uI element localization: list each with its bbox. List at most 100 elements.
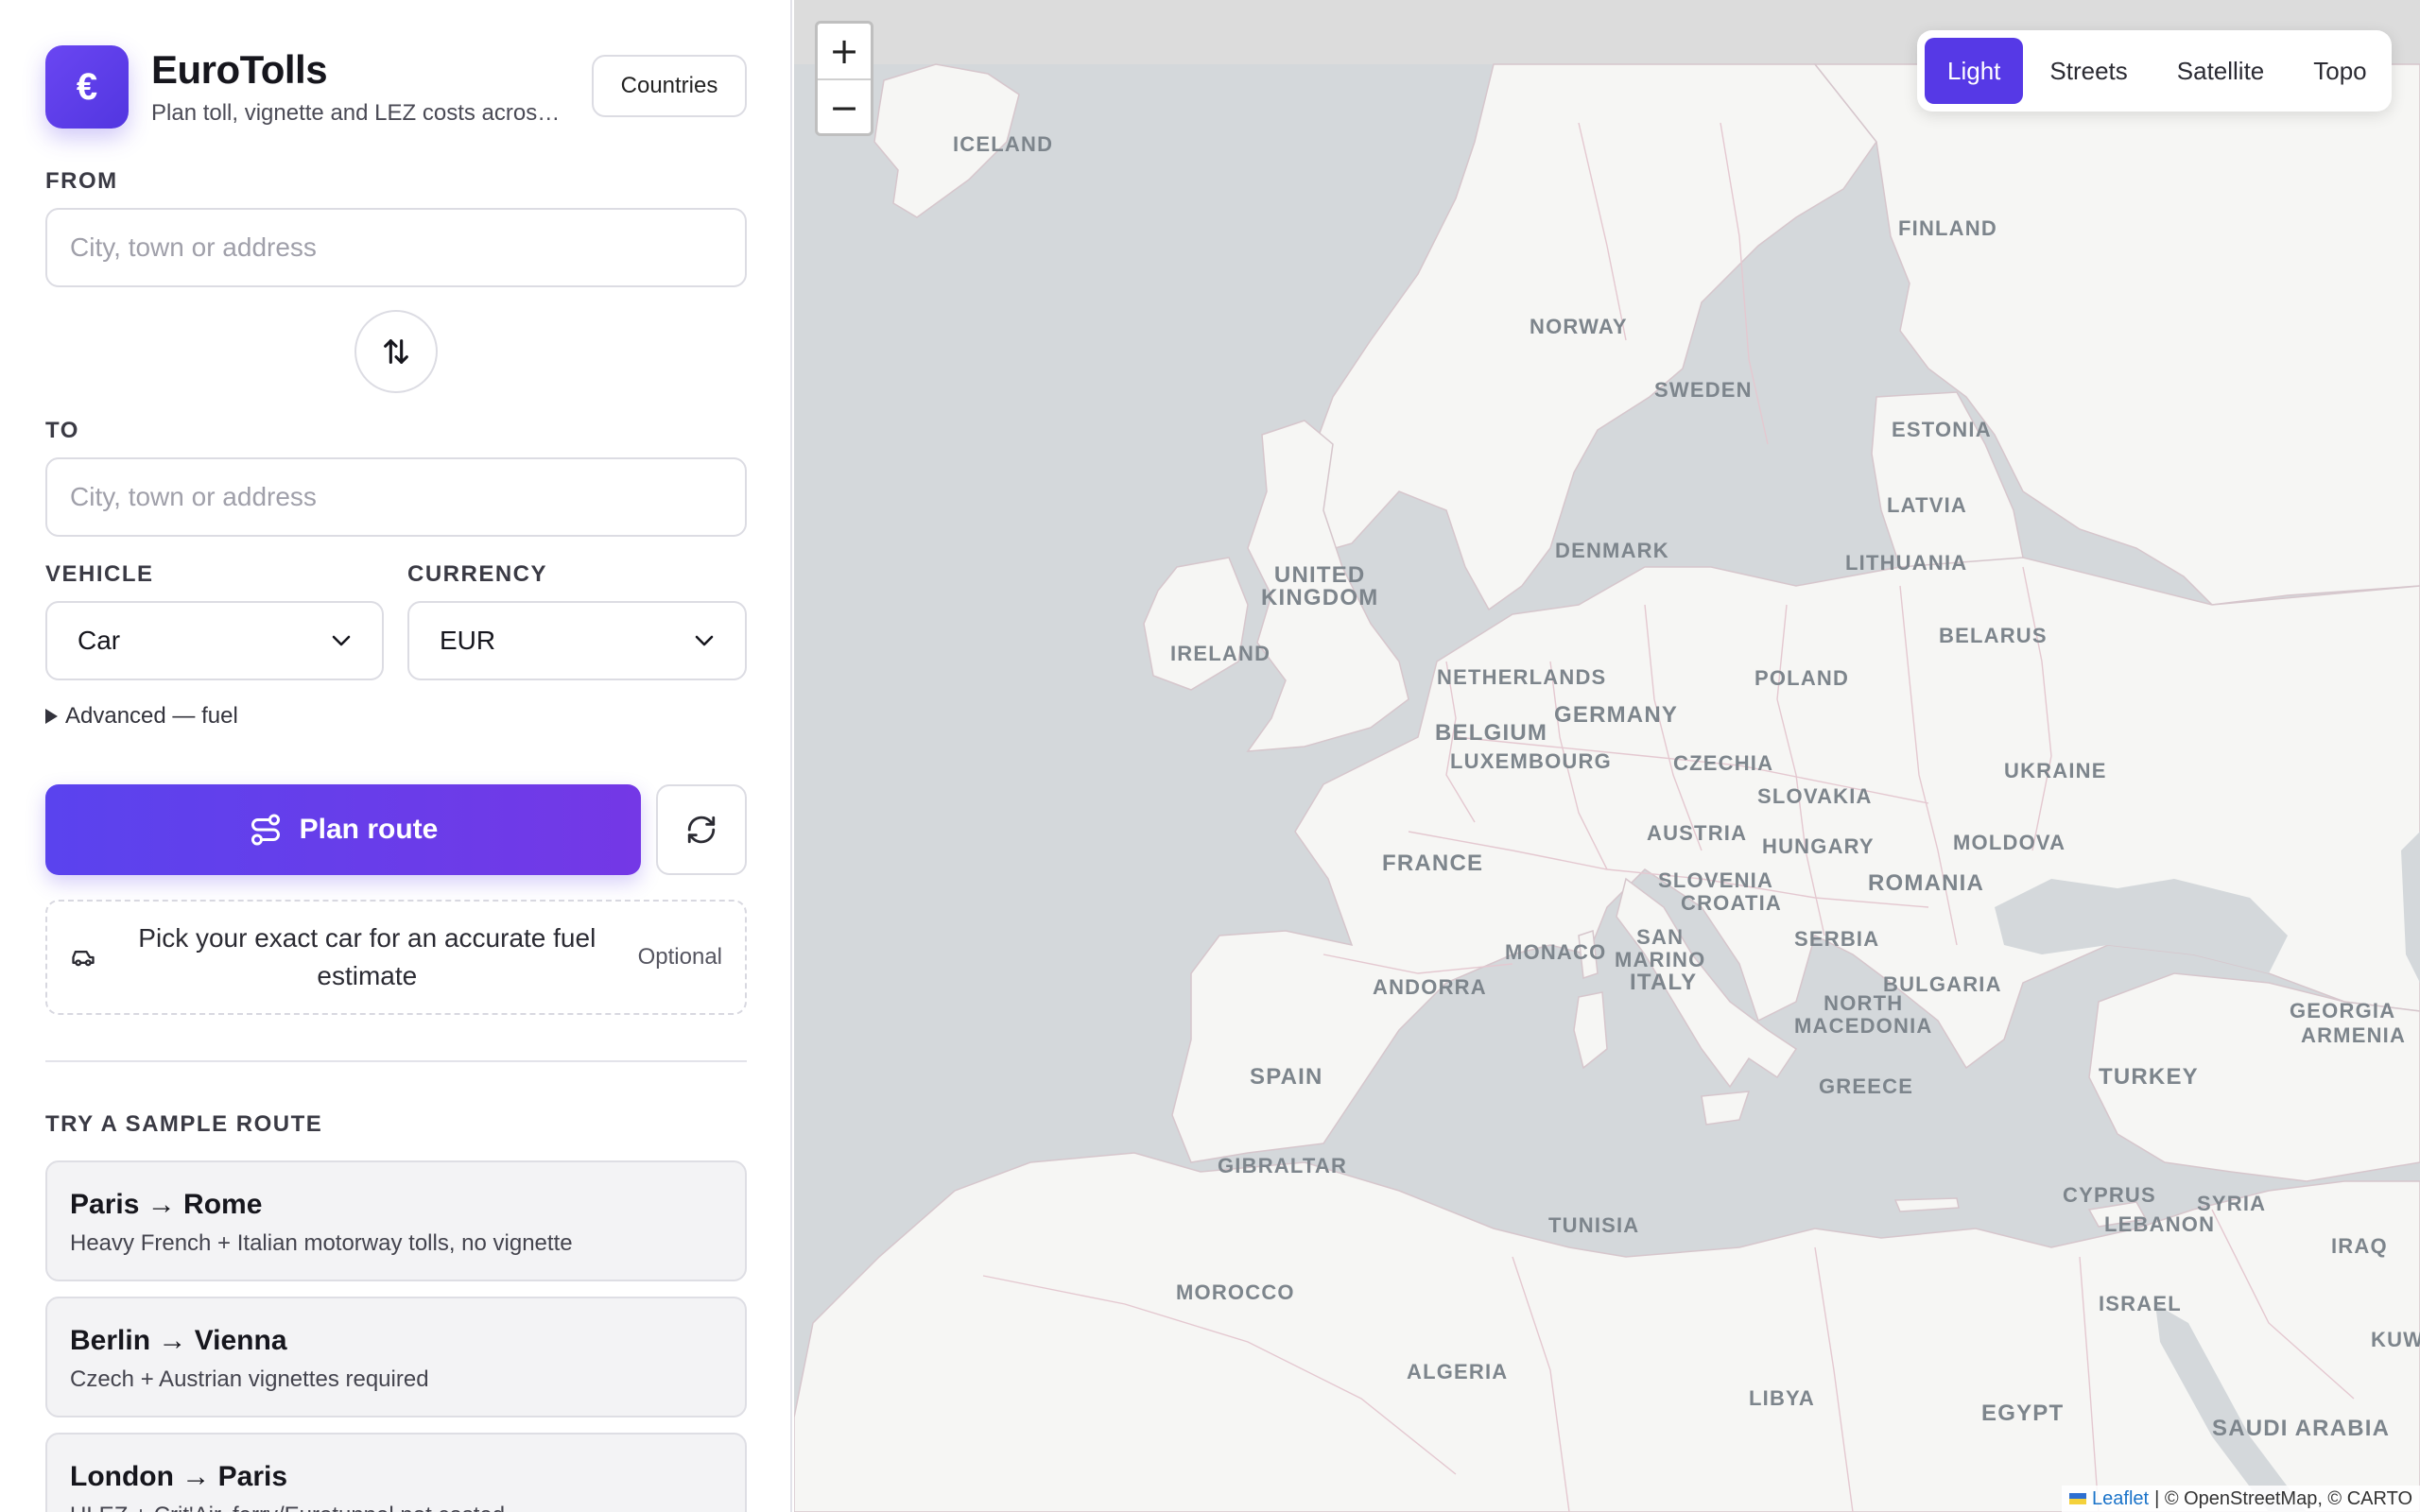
route-name: London → Paris (70, 1461, 288, 1492)
sample-route-card[interactable]: London → Paris ULEZ + Crit'Air, ferry/Eu… (45, 1433, 747, 1512)
map-label-egypt: EGYPT (1981, 1400, 2065, 1426)
map-label-united-kingdom: UNITED KINGDOM (1261, 562, 1379, 610)
countries-button[interactable]: Countries (592, 55, 747, 117)
map-label-belgium: BELGIUM (1435, 720, 1548, 746)
leaflet-link[interactable]: Leaflet (2092, 1488, 2149, 1510)
map-label-saudi-arabia: SAUDI ARABIA (2212, 1416, 2391, 1441)
car-icon (72, 951, 95, 967)
from-input[interactable]: City, town or address (45, 208, 747, 287)
zoom-in-button[interactable]: + (818, 24, 871, 78)
from-label: FROM (45, 168, 118, 194)
swap-arrows-icon (384, 339, 408, 364)
zoom-control: + − (815, 21, 873, 136)
map-label-san-marino: SAN MARINO (1615, 925, 1706, 971)
advanced-fuel-toggle[interactable]: Advanced — fuel (45, 703, 238, 730)
app-subtitle: Plan toll, vignette and LEZ costs across… (151, 100, 567, 126)
map-label-monaco: MONACO (1505, 940, 1607, 964)
map-label-ukraine: UKRAINE (2004, 759, 2107, 782)
currency-select[interactable]: EUR (407, 601, 747, 680)
map-label-poland: POLAND (1754, 666, 1850, 690)
map-label-germany: GERMANY (1554, 702, 1679, 728)
vehicle-value: Car (78, 626, 121, 655)
map-label-lebanon: LEBANON (2104, 1212, 2216, 1236)
route-name: Paris → Rome (70, 1189, 263, 1220)
currency-value: EUR (440, 626, 496, 655)
map-label-iceland: ICELAND (953, 132, 1054, 156)
layer-tab-topo[interactable]: Topo (2290, 38, 2389, 104)
sidebar: € EuroTolls Plan toll, vignette and LEZ … (0, 0, 792, 1512)
map-label-sweden: SWEDEN (1654, 378, 1753, 402)
map-label-austria: AUSTRIA (1647, 821, 1748, 845)
vehicle-select[interactable]: Car (45, 601, 384, 680)
to-placeholder: City, town or address (70, 482, 317, 511)
map-label-slovakia: SLOVAKIA (1757, 784, 1873, 808)
zoom-out-button[interactable]: − (818, 80, 871, 135)
sample-route-card[interactable]: Paris → Rome Heavy French + Italian moto… (45, 1160, 747, 1281)
map-label-france: FRANCE (1382, 850, 1484, 876)
route-description: Heavy French + Italian motorway tolls, n… (70, 1230, 573, 1256)
map-label-moldova: MOLDOVA (1953, 831, 2066, 854)
map-label-italy: ITALY (1630, 970, 1698, 995)
map-label-estonia: ESTONIA (1892, 418, 1992, 441)
sample-route-card[interactable]: Berlin → Vienna Czech + Austrian vignett… (45, 1297, 747, 1418)
map-label-croatia: CROATIA (1681, 891, 1782, 915)
ukraine-flag-icon (2069, 1493, 2087, 1504)
layer-tab-satellite[interactable]: Satellite (2154, 38, 2288, 104)
map-label-kuwait: KUW (2371, 1328, 2420, 1351)
map-label-czechia: CZECHIA (1673, 751, 1774, 775)
map-label-netherlands: NETHERLANDS (1437, 665, 1607, 689)
refresh-icon (687, 816, 716, 844)
layer-tab-streets[interactable]: Streets (2027, 38, 2150, 104)
map-label-finland: FINLAND (1898, 216, 1997, 240)
map-label-armenia: ARMENIA (2301, 1023, 2407, 1047)
map-label-libya: LIBYA (1749, 1386, 1815, 1410)
logo-euro-icon: € (45, 45, 129, 129)
map-label-israel: ISRAEL (2099, 1292, 2182, 1315)
currency-label: CURRENCY (407, 561, 548, 587)
chevron-down-icon (694, 634, 715, 647)
vehicle-label: VEHICLE (45, 561, 154, 587)
map-label-hungary: HUNGARY (1762, 834, 1875, 858)
car-picker-text: Pick your exact car for an accurate fuel… (138, 923, 596, 990)
disclosure-triangle-icon (45, 709, 58, 724)
map-label-turkey: TURKEY (2099, 1064, 2199, 1090)
map-label-latvia: LATVIA (1887, 493, 1968, 517)
map-label-georgia: GEORGIA (2290, 999, 2396, 1022)
map-label-ireland: IRELAND (1170, 642, 1271, 665)
map-label-cyprus: CYPRUS (2063, 1183, 2156, 1207)
swap-direction-button[interactable] (354, 310, 438, 393)
map-label-morocco: MOROCCO (1176, 1280, 1295, 1304)
to-input[interactable]: City, town or address (45, 457, 747, 537)
route-description: Czech + Austrian vignettes required (70, 1366, 429, 1392)
map-label-luxembourg: LUXEMBOURG (1450, 749, 1612, 773)
layer-tab-light[interactable]: Light (1925, 38, 2024, 104)
chevron-down-icon (331, 634, 352, 647)
divider (45, 1060, 747, 1062)
map-label-romania: ROMANIA (1868, 870, 1985, 896)
map-label-gibraltar: GIBRALTAR (1218, 1154, 1348, 1177)
reset-button[interactable] (656, 784, 747, 875)
map-label-denmark: DENMARK (1555, 539, 1669, 562)
map-label-north-macedonia: NORTH MACEDONIA (1794, 991, 1933, 1038)
plan-route-button[interactable]: Plan route (45, 784, 641, 875)
sample-routes-heading: TRY A SAMPLE ROUTE (45, 1111, 323, 1137)
app-title: EuroTolls (151, 47, 328, 92)
map-label-spain: SPAIN (1250, 1064, 1323, 1090)
map-label-tunisia: TUNISIA (1548, 1213, 1640, 1237)
attribution-text: | © OpenStreetMap, © CARTO (2154, 1487, 2412, 1509)
map-label-slovenia: SLOVENIA (1658, 868, 1774, 892)
map-label-iraq: IRAQ (2331, 1234, 2388, 1258)
route-name: Berlin → Vienna (70, 1325, 287, 1356)
map-label-serbia: SERBIA (1794, 927, 1880, 951)
optional-badge: Optional (637, 944, 722, 970)
map-attribution: Leaflet | © OpenStreetMap, © CARTO (2062, 1486, 2420, 1512)
plan-route-label: Plan route (299, 814, 439, 845)
logo-glyph: € (76, 65, 98, 108)
map-view[interactable]: ICELAND FINLAND NORWAY SWEDEN ESTONIA LA… (794, 0, 2420, 1512)
map-label-lithuania: LITHUANIA (1845, 551, 1968, 575)
advanced-label: Advanced — fuel (65, 703, 238, 729)
car-picker[interactable]: Pick your exact car for an accurate fuel… (45, 900, 747, 1015)
to-label: TO (45, 418, 79, 443)
route-icon (251, 814, 280, 846)
map-label-greece: GREECE (1819, 1074, 1914, 1098)
